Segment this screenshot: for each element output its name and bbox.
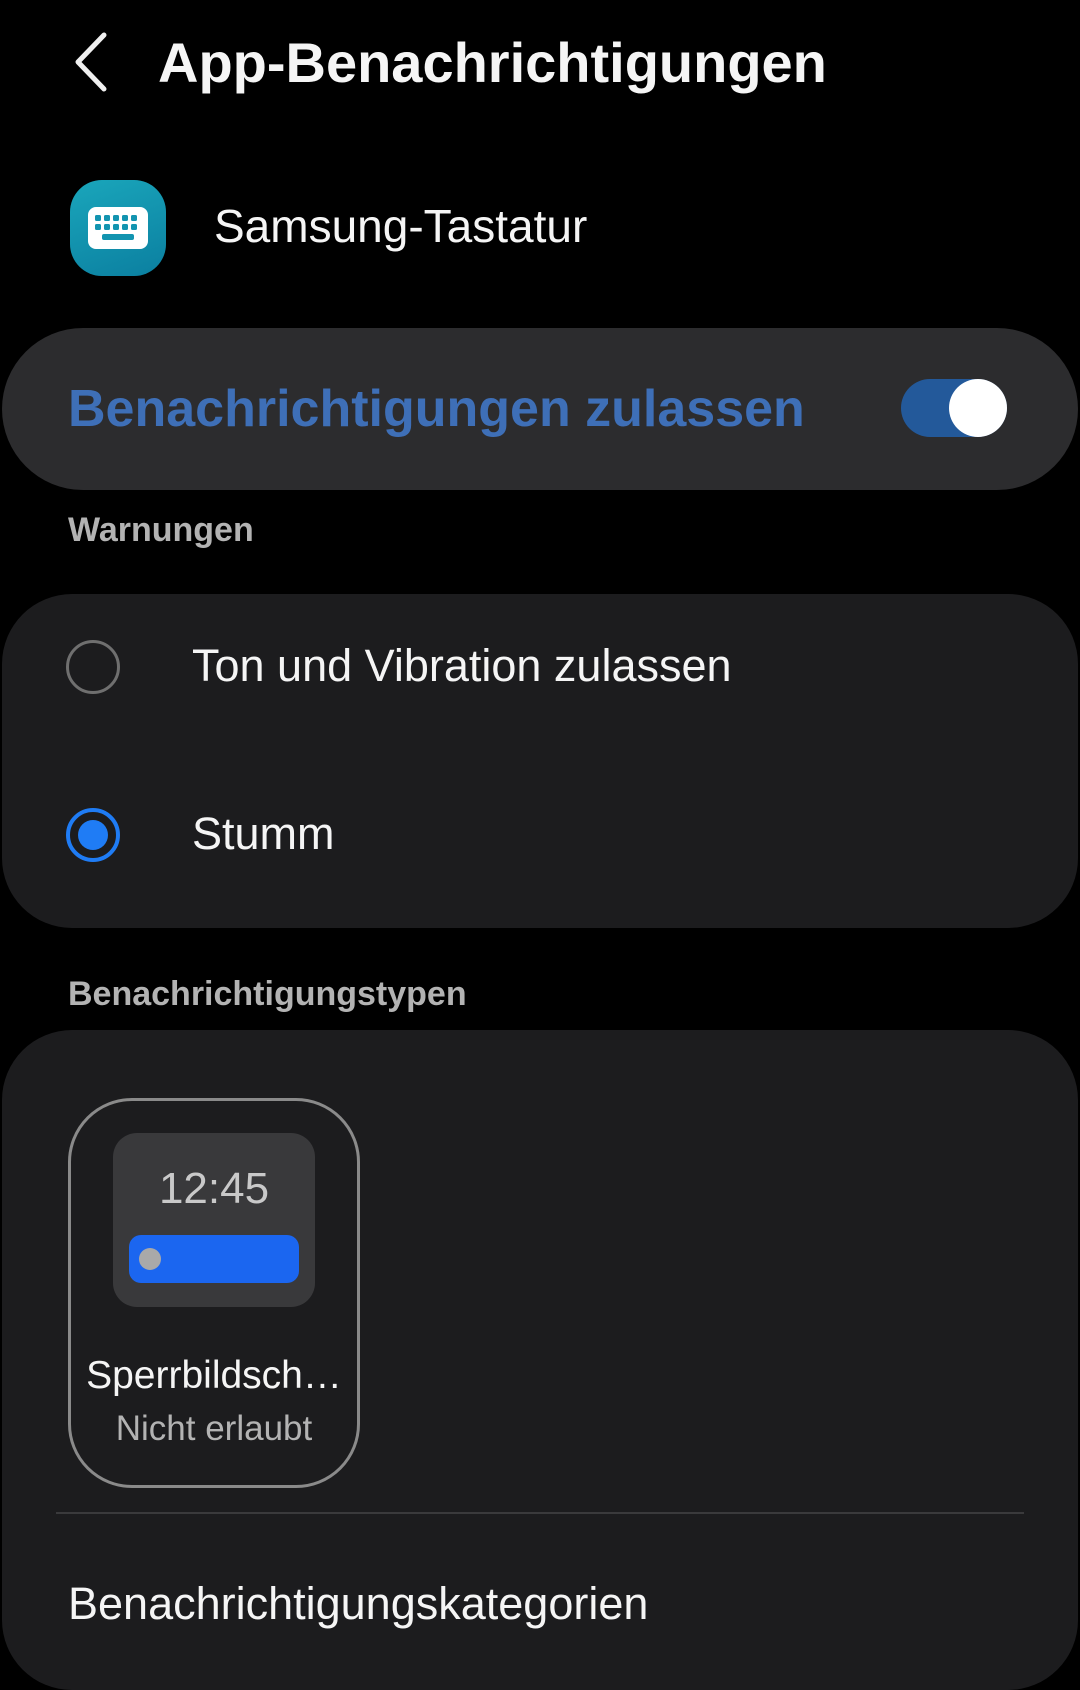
preview-time: 12:45 (158, 1164, 270, 1213)
app-name: Samsung-Tastatur (214, 200, 588, 252)
allow-notifications-label: Benachrichtigungen zulassen (68, 380, 805, 438)
types-section-label: Benachrichtigungstypen (68, 975, 467, 1013)
notification-categories-row[interactable]: Benachrichtigungskategorien (2, 1530, 1078, 1660)
radio-option-label: Ton und Vibration zulassen (192, 640, 732, 691)
notification-categories-label: Benachrichtigungskategorien (68, 1578, 649, 1629)
radio-option-label: Stumm (192, 808, 335, 859)
radio-option-sound-vibration[interactable]: Ton und Vibration zulassen (2, 594, 1078, 744)
radio-option-silent[interactable]: Stumm (2, 762, 1078, 912)
lock-screen-tile[interactable]: 12:45 Sperrbildsch… Nicht erlaubt (68, 1098, 360, 1488)
lock-screen-title: Sperrbildsch… (86, 1354, 342, 1397)
header-bar: App-Benachrichtigungen (0, 0, 1080, 130)
notification-types-card: 12:45 Sperrbildsch… Nicht erlaubt Benach… (2, 1030, 1078, 1690)
alerts-card: Ton und Vibration zulassen Stumm (2, 594, 1078, 928)
preview-notification-bar (129, 1235, 299, 1283)
alerts-section-label: Warnungen (68, 511, 254, 549)
chevron-left-icon (75, 32, 107, 92)
lock-screen-status: Nicht erlaubt (115, 1409, 313, 1448)
page-title: App-Benachrichtigungen (158, 31, 827, 94)
radio-selected-dot (78, 820, 108, 850)
radio-button-selected[interactable] (66, 808, 120, 862)
app-info-row: Samsung-Tastatur (0, 170, 1080, 282)
preview-dot-icon (139, 1248, 161, 1270)
divider (56, 1512, 1024, 1514)
allow-notifications-row[interactable]: Benachrichtigungen zulassen (2, 328, 1078, 490)
radio-button-unselected[interactable] (66, 640, 120, 694)
toggle-knob (949, 379, 1007, 437)
lock-screen-preview: 12:45 (113, 1133, 315, 1307)
allow-notifications-toggle[interactable] (901, 379, 1007, 437)
back-button[interactable] (60, 24, 120, 100)
keyboard-icon (70, 180, 166, 276)
